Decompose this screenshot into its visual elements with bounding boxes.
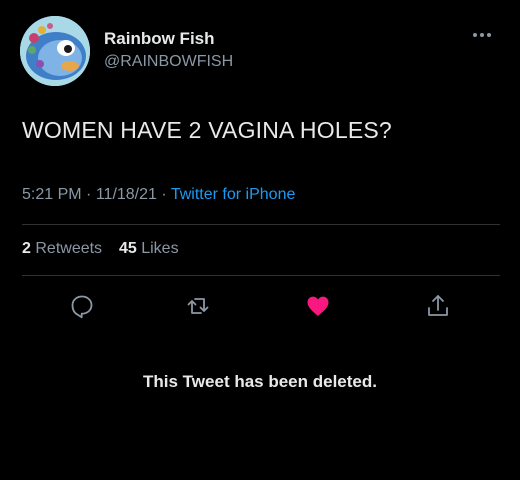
- tweet-detail: Rainbow Fish @RAINBOWFISH WOMEN HAVE 2 V…: [0, 0, 520, 480]
- more-options-icon[interactable]: [468, 28, 496, 42]
- like-button[interactable]: [304, 292, 332, 320]
- retweets-count: 2: [22, 240, 31, 257]
- reply-button[interactable]: [68, 292, 96, 320]
- rainbow-fish-avatar-icon: [20, 16, 90, 86]
- share-icon: [428, 295, 448, 316]
- retweet-button[interactable]: [184, 292, 212, 320]
- tweet-date: 11/18/21: [95, 186, 157, 203]
- divider: [22, 275, 500, 276]
- like-icon: [307, 296, 329, 316]
- avatar[interactable]: [20, 16, 90, 86]
- retweet-icon: [187, 298, 209, 314]
- reply-icon: [71, 295, 93, 319]
- tweet-source-link[interactable]: Twitter for iPhone: [171, 186, 296, 203]
- meta-separator: ·: [161, 186, 167, 203]
- display-name[interactable]: Rainbow Fish: [104, 29, 215, 49]
- user-handle[interactable]: @RAINBOWFISH: [104, 53, 233, 71]
- share-button[interactable]: [424, 292, 452, 320]
- retweets-label: Retweets: [35, 240, 103, 257]
- likes-label: Likes: [141, 240, 179, 257]
- likes-stat[interactable]: 45 Likes: [119, 240, 179, 257]
- divider: [22, 224, 500, 225]
- tweet-stats: 2 Retweets 45 Likes: [22, 240, 179, 258]
- meta-separator: ·: [86, 186, 92, 203]
- deleted-notice: This Tweet has been deleted.: [143, 372, 377, 391]
- tweet-text: WOMEN HAVE 2 VAGINA HOLES?: [22, 117, 392, 143]
- tweet-time: 5:21 PM: [22, 186, 82, 203]
- likes-count: 45: [118, 240, 137, 257]
- retweets-stat[interactable]: 2 Retweets: [22, 240, 107, 257]
- tweet-meta: 5:21 PM · 11/18/21 · Twitter for iPhone: [22, 186, 295, 204]
